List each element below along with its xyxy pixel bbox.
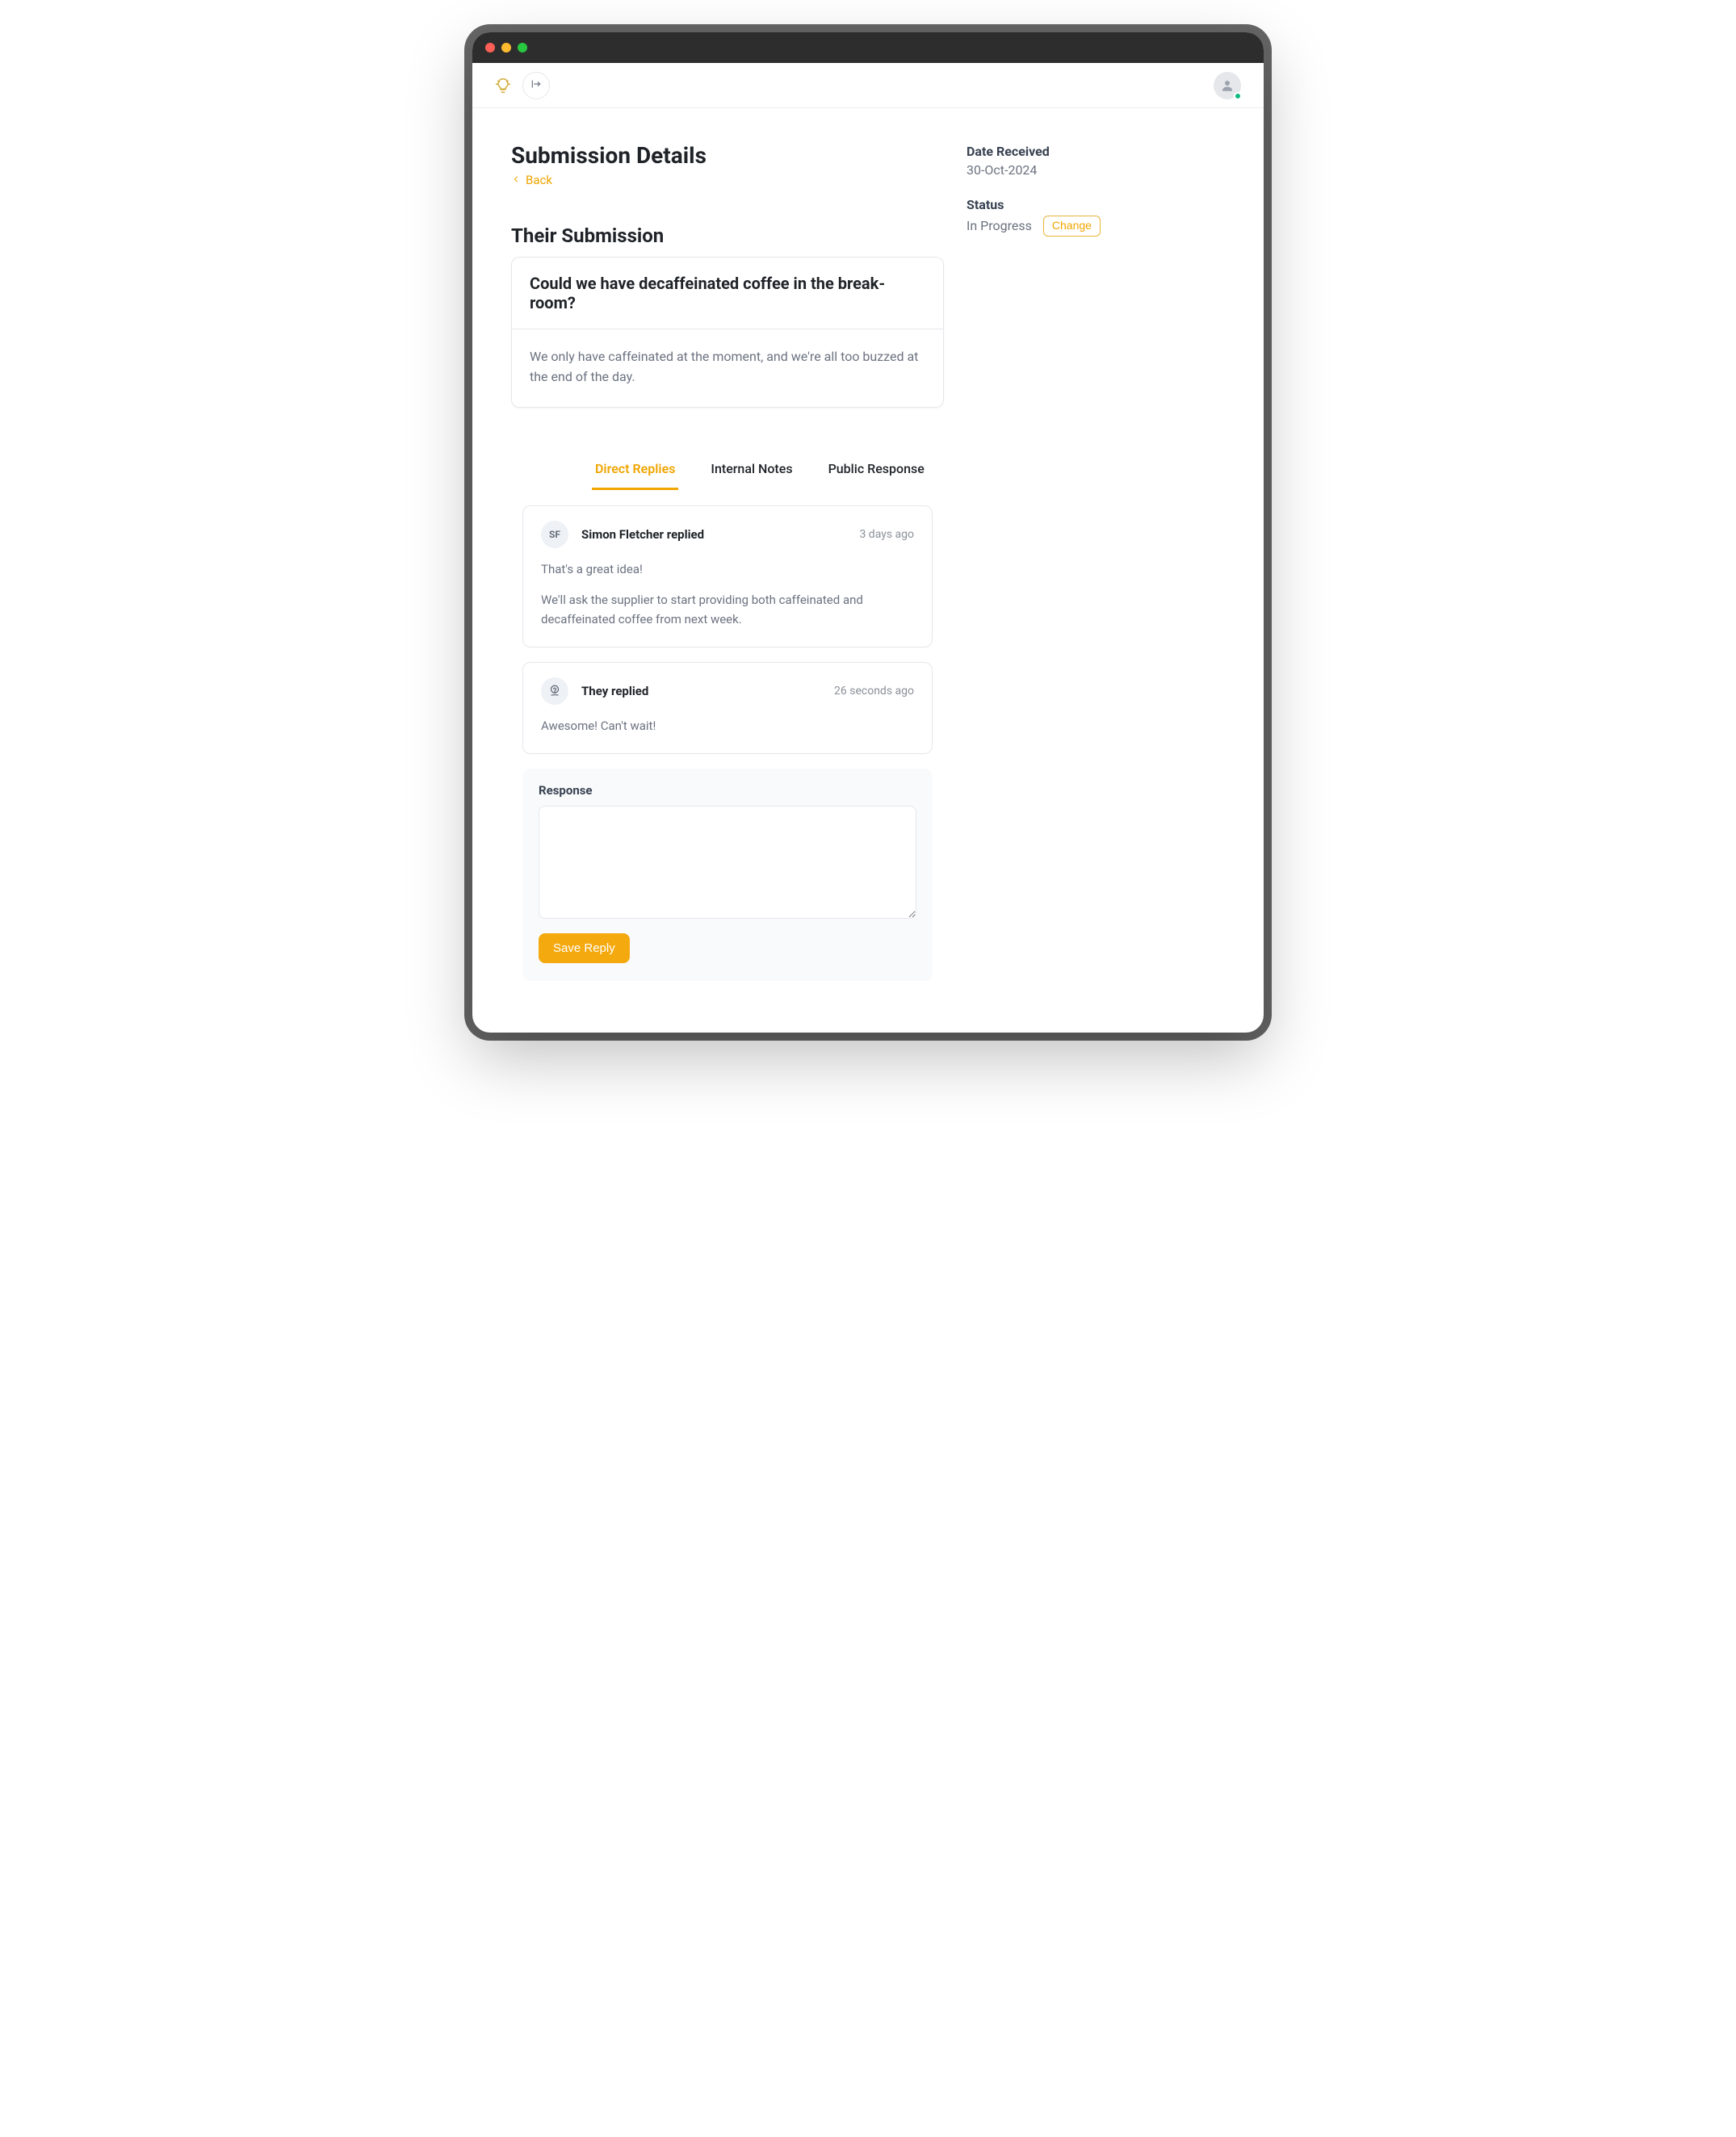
response-textarea[interactable] (539, 806, 916, 919)
arrow-left-icon (511, 173, 521, 187)
app-window: Submission Details Back Their Submission… (472, 32, 1264, 1033)
reply-card: They replied 26 seconds ago Awesome! Can… (522, 662, 933, 754)
reply-body: Awesome! Can't wait! (541, 716, 914, 735)
reply-card: SF Simon Fletcher replied 3 days ago Tha… (522, 505, 933, 647)
window-minimize-icon[interactable] (501, 43, 511, 52)
page-title: Submission Details (511, 142, 944, 169)
reply-paragraph: We'll ask the supplier to start providin… (541, 590, 914, 629)
reply-head: They replied 26 seconds ago (541, 677, 914, 705)
tab-direct-replies[interactable]: Direct Replies (592, 453, 678, 490)
reply-avatar-anonymous-icon (541, 677, 568, 705)
page-body: Submission Details Back Their Submission… (472, 108, 1264, 1033)
tab-public-response[interactable]: Public Response (825, 453, 928, 490)
meta-status-row: In Progress Change (967, 216, 1225, 237)
reply-paragraph: That's a great idea! (541, 559, 914, 579)
reply-author: They replied (581, 684, 648, 698)
presence-online-icon (1234, 92, 1242, 100)
back-link-label: Back (526, 173, 552, 187)
response-form: Response Save Reply (522, 769, 933, 981)
response-label: Response (539, 783, 916, 798)
tab-internal-notes[interactable]: Internal Notes (707, 453, 795, 490)
meta-date: Date Received 30-Oct-2024 (967, 144, 1225, 178)
user-avatar[interactable] (1214, 72, 1241, 99)
reply-list: SF Simon Fletcher replied 3 days ago Tha… (511, 505, 944, 981)
reply-time: 26 seconds ago (834, 685, 914, 698)
sidebar-toggle-icon (530, 78, 542, 92)
submission-title: Could we have decaffeinated coffee in th… (530, 274, 925, 312)
reply-body: That's a great idea! We'll ask the suppl… (541, 559, 914, 629)
meta-status-value: In Progress (967, 218, 1032, 233)
top-bar (472, 63, 1264, 108)
submission-card: Could we have decaffeinated coffee in th… (511, 257, 944, 408)
brand-lightbulb-icon (495, 78, 511, 94)
reply-author: Simon Fletcher replied (581, 527, 704, 542)
window-close-icon[interactable] (485, 43, 495, 52)
window-titlebar (472, 32, 1264, 63)
window-maximize-icon[interactable] (518, 43, 527, 52)
meta-status: Status In Progress Change (967, 197, 1225, 237)
meta-date-label: Date Received (967, 144, 1225, 159)
reply-head: SF Simon Fletcher replied 3 days ago (541, 521, 914, 548)
reply-time: 3 days ago (859, 528, 914, 541)
submission-section-title: Their Submission (511, 224, 944, 247)
reply-avatar-initials: SF (541, 521, 568, 548)
reply-tabs: Direct Replies Internal Notes Public Res… (592, 453, 944, 491)
top-bar-left (495, 72, 550, 99)
meta-date-value: 30-Oct-2024 (967, 162, 1225, 178)
meta-status-label: Status (967, 197, 1225, 212)
submission-body: We only have caffeinated at the moment, … (512, 329, 943, 407)
sidebar-toggle-button[interactable] (522, 72, 550, 99)
back-link[interactable]: Back (511, 173, 552, 187)
change-status-button[interactable]: Change (1043, 216, 1101, 237)
main-column: Submission Details Back Their Submission… (511, 142, 944, 981)
side-info: Date Received 30-Oct-2024 Status In Prog… (967, 142, 1225, 981)
submission-card-header: Could we have decaffeinated coffee in th… (512, 258, 943, 329)
reply-paragraph: Awesome! Can't wait! (541, 716, 914, 735)
save-reply-button[interactable]: Save Reply (539, 933, 630, 963)
